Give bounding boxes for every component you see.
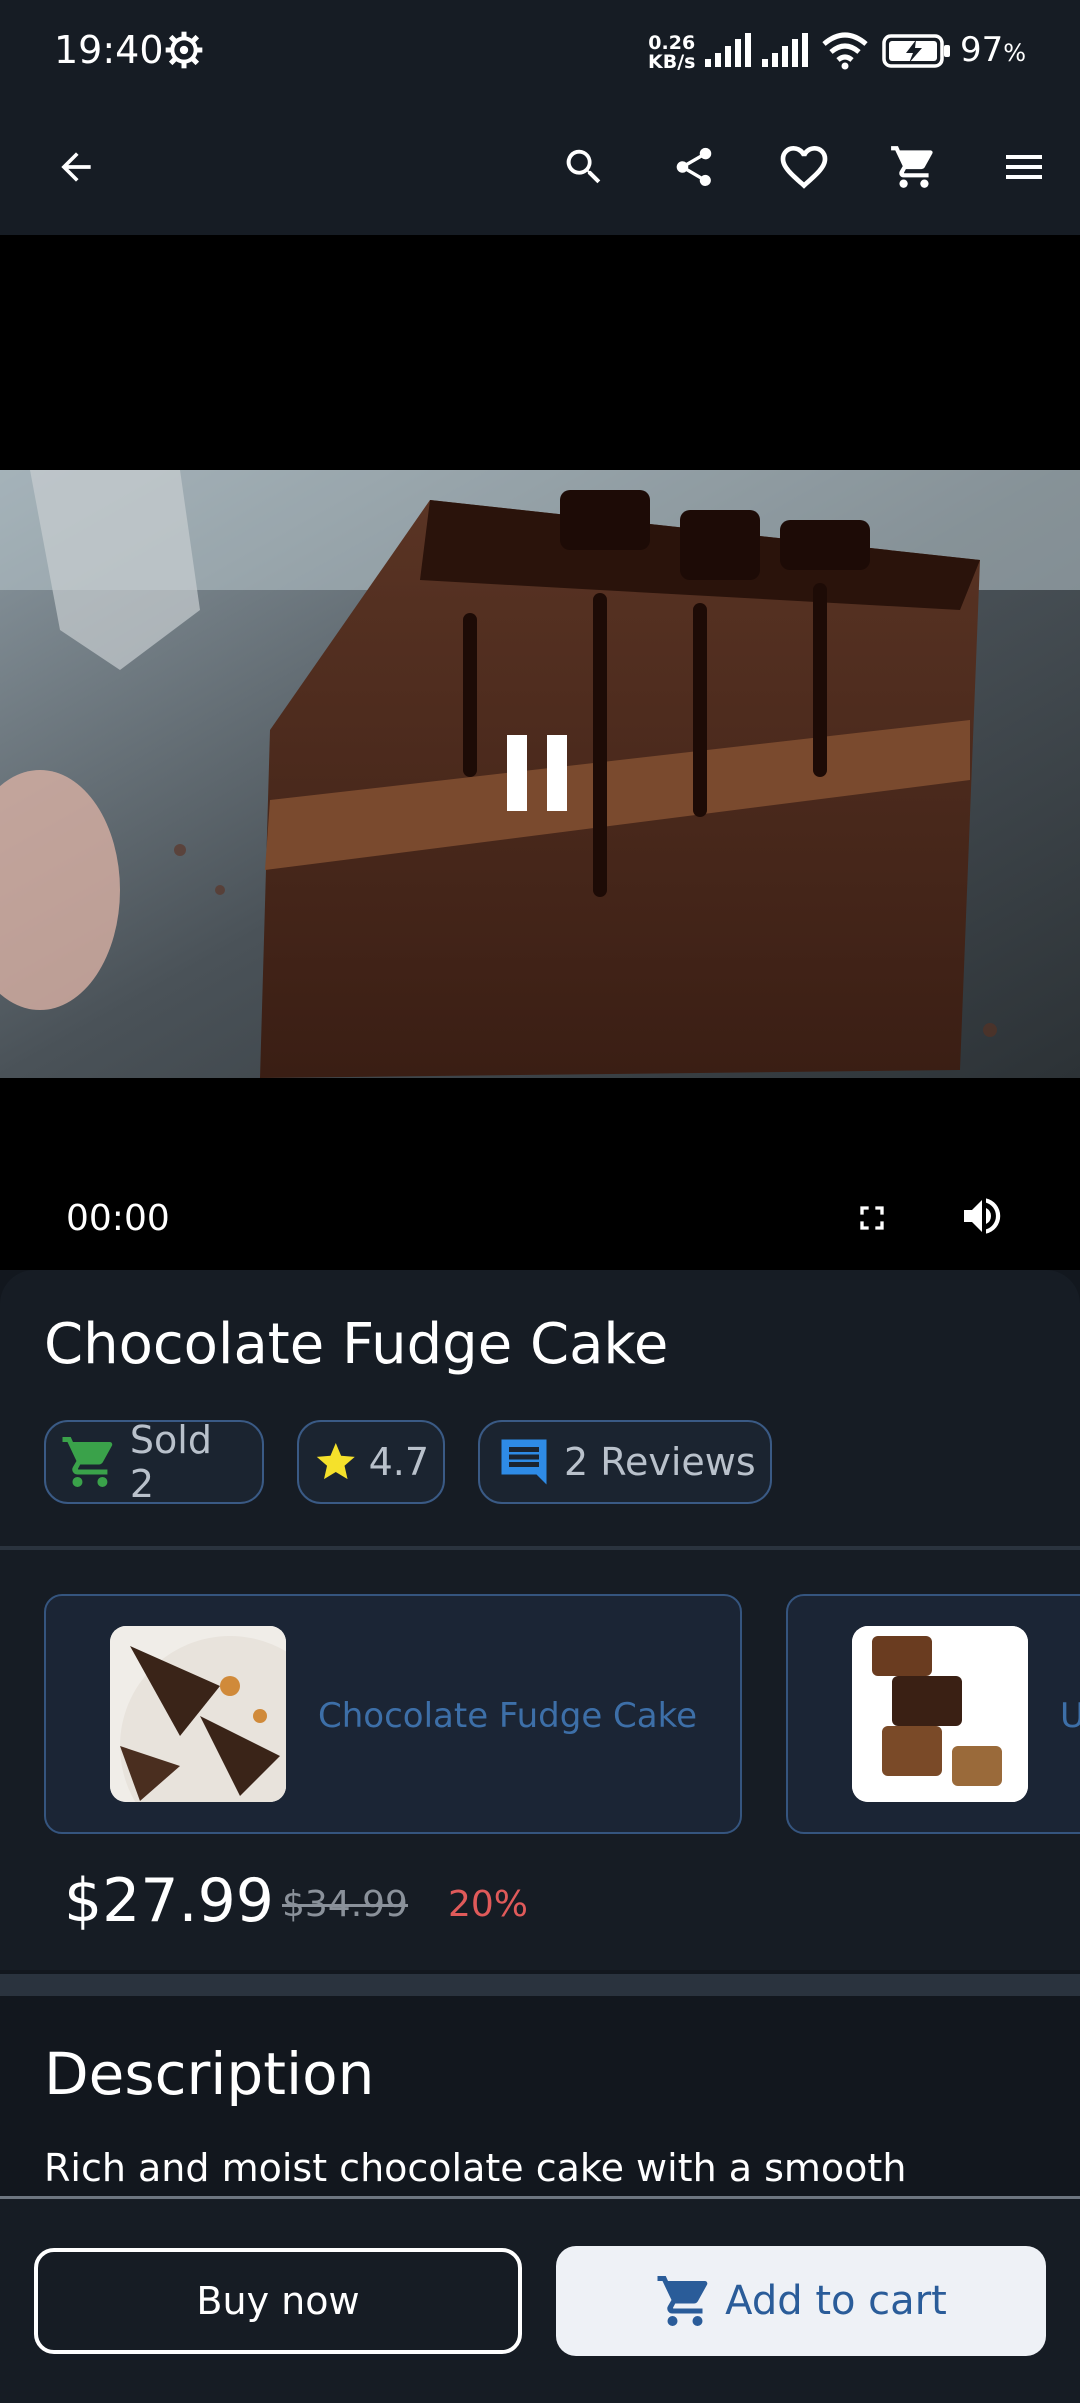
search-icon [566, 149, 601, 184]
description-title: Description [44, 2040, 375, 2108]
back-arrow-icon [61, 152, 91, 182]
product-title: Chocolate Fudge Cake [44, 1312, 669, 1377]
settings-gear-icon [165, 31, 203, 69]
back-button[interactable] [44, 135, 108, 199]
cart-button[interactable] [882, 135, 946, 199]
variant-thumbnail [852, 1626, 1028, 1802]
menu-button[interactable] [992, 135, 1056, 199]
current-price: $27.99 [64, 1866, 274, 1936]
app-bar [0, 105, 1080, 235]
reviews-chip[interactable]: 2 Reviews [478, 1420, 772, 1504]
divider [0, 1546, 1080, 1550]
menu-icon [1006, 155, 1042, 179]
volume-icon[interactable] [958, 1192, 1006, 1240]
discount-percent: 20% [448, 1884, 529, 1925]
cell-signal-icon [705, 33, 751, 67]
add-to-cart-label: Add to cart [725, 2278, 947, 2324]
battery-percent-unit: % [1003, 39, 1027, 67]
network-speed: 0.26 KB/s [648, 34, 695, 72]
rating-chip[interactable]: 4.7 [297, 1420, 445, 1504]
star-icon [316, 1443, 355, 1480]
variant-label: U [1060, 1696, 1080, 1736]
share-icon [676, 147, 712, 186]
variant-card[interactable]: U [786, 1594, 1080, 1834]
original-price: $34.99 [282, 1884, 408, 1925]
battery-percent: 97% [960, 30, 1026, 70]
comment-icon [501, 1439, 547, 1485]
variant-thumbnail [110, 1626, 286, 1802]
favorite-button[interactable] [772, 135, 836, 199]
section-divider [0, 1974, 1080, 1996]
cart-icon [657, 2276, 708, 2326]
buy-now-button[interactable]: Buy now [34, 2248, 522, 2354]
description-text: Rich and moist chocolate cake with a smo… [44, 2146, 907, 2190]
fullscreen-icon[interactable] [852, 1198, 892, 1238]
pause-icon[interactable] [505, 735, 569, 811]
add-to-cart-button[interactable]: Add to cart [556, 2246, 1046, 2356]
cart-icon [891, 146, 933, 188]
sold-count-text: Sold 2 [129, 1418, 212, 1506]
variant-label: Chocolate Fudge Cake [318, 1696, 698, 1736]
reviews-count: 2 Reviews [564, 1440, 756, 1484]
network-speed-unit: KB/s [648, 51, 696, 73]
cart-icon [62, 1437, 113, 1487]
sold-count-chip: Sold 2 [44, 1418, 264, 1506]
wifi-icon [822, 32, 868, 70]
battery-charging-icon [882, 34, 950, 68]
buy-now-label: Buy now [196, 2279, 360, 2323]
rating-value: 4.7 [368, 1440, 429, 1484]
battery-percent-value: 97 [960, 30, 1004, 70]
heart-icon [780, 145, 828, 189]
status-time: 19:40 [54, 28, 164, 72]
variant-card-selected[interactable]: Chocolate Fudge Cake [44, 1594, 742, 1834]
search-button[interactable] [552, 135, 616, 199]
video-current-time: 00:00 [66, 1198, 170, 1239]
share-button[interactable] [662, 135, 726, 199]
cell-signal-icon [762, 33, 808, 67]
